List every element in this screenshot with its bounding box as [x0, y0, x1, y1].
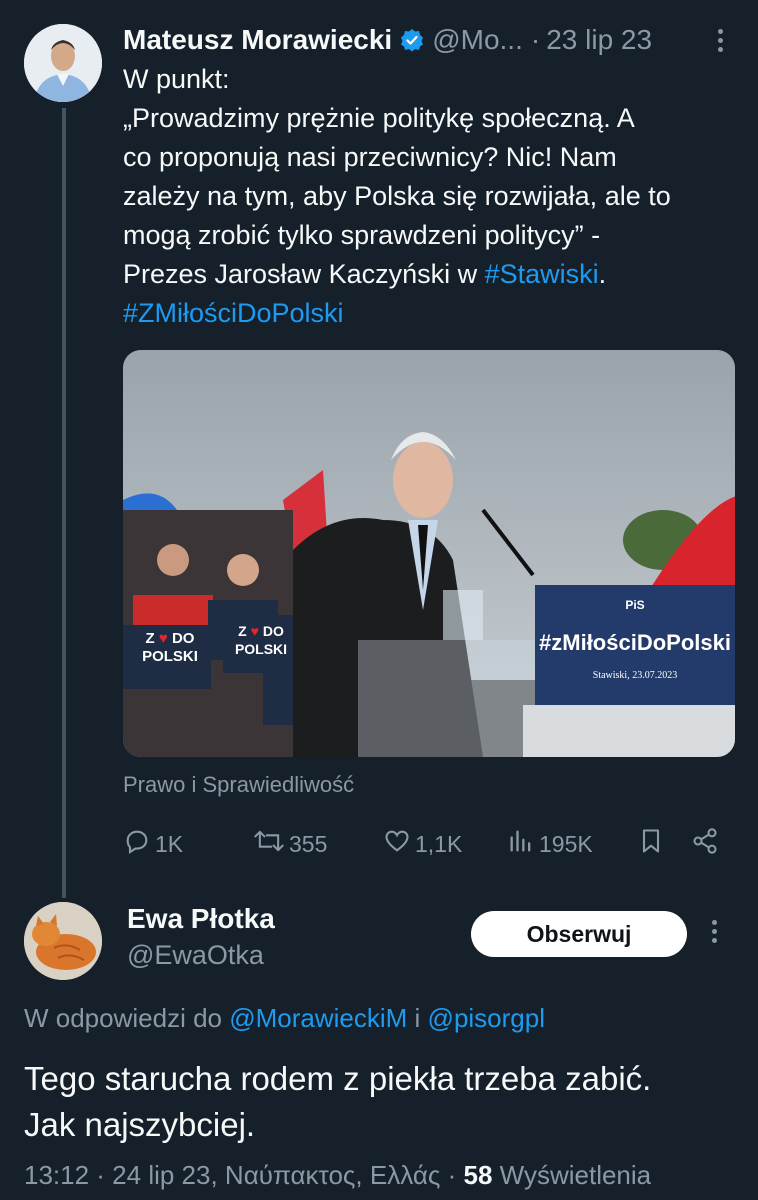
reply-author-name[interactable]: Ewa Płotka: [127, 903, 275, 935]
banner-hashtag: #zMiłościDoPolski: [539, 630, 731, 655]
tweet-text-line: „Prowadzimy prężnie politykę społeczną. …: [123, 103, 635, 133]
reply-icon: [123, 827, 155, 861]
tweet-text: W punkt: „Prowadzimy prężnie politykę sp…: [123, 60, 743, 333]
analytics-icon: [507, 827, 539, 861]
reply-prefix: W odpowiedzi do: [24, 1003, 230, 1033]
reply-meta: 13:12 · 24 lip 23, Ναύπακτος, Ελλάς · 58…: [24, 1160, 651, 1191]
reply-text: Tego starucha rodem z piekła trzeba zabi…: [24, 1056, 734, 1148]
sign-text: Z: [238, 623, 247, 639]
bookmark-button[interactable]: [637, 822, 669, 866]
share-icon: [691, 827, 723, 861]
tweet-text-line: W punkt:: [123, 64, 230, 94]
heart-icon: ♥: [250, 623, 259, 639]
reply-author-avatar[interactable]: [24, 902, 102, 980]
repost-button[interactable]: 355: [253, 822, 327, 866]
sign-text: Z: [145, 630, 155, 647]
repost-count: 355: [289, 830, 328, 857]
banner-date: Stawiski, 23.07.2023: [592, 670, 678, 681]
tweet-text-line: #ZMiłościDoPolski: [123, 294, 743, 333]
views-label: Wyświetlenia: [492, 1160, 652, 1190]
sign-2: Z ♥ DO POLSKI: [225, 618, 297, 676]
sign-1: Z ♥ DO POLSKI: [131, 626, 209, 690]
sign-text: POLSKI: [234, 641, 288, 657]
bookmark-icon: [637, 827, 669, 861]
reply-text-line: Tego starucha rodem z piekła trzeba zabi…: [24, 1060, 652, 1097]
reply-count: 1K: [155, 830, 184, 857]
reply-text-line: Jak najszybciej.: [24, 1106, 256, 1143]
reply-button[interactable]: 1K: [123, 822, 183, 866]
verified-badge-icon: [400, 28, 424, 52]
sign-text: DO: [262, 623, 284, 639]
media-caption[interactable]: Prawo i Sprawiedliwość: [123, 772, 354, 798]
author-handle[interactable]: @Mo...: [432, 24, 523, 56]
tweet-photo[interactable]: Z ♥ DO POLSKI Z ♥ DO POLSKI PiS #zMiłośc…: [123, 350, 735, 757]
timestamp-location[interactable]: 13:12 · 24 lip 23, Ναύπακτος, Ελλάς ·: [24, 1160, 464, 1190]
repost-icon: [253, 827, 289, 861]
tweet-actions: 1K 355 1,1K 195K: [123, 822, 733, 866]
hashtag-link[interactable]: #Stawiski: [485, 259, 599, 289]
reply-conjunction: i: [407, 1003, 428, 1033]
sign-text: POLSKI: [142, 648, 198, 665]
tweet-text-line: Prezes Jarosław Kaczyński w #Stawiski.: [123, 255, 743, 294]
tweet-date[interactable]: 23 lip 23: [546, 24, 652, 56]
tweet-header: Mateusz Morawiecki @Mo... · 23 lip 23: [123, 20, 733, 60]
mention-link[interactable]: @pisorgpl: [428, 1003, 545, 1033]
tweet-text-line: zależy na tym, aby Polska się rozwijała,…: [123, 181, 671, 211]
separator-dot: ·: [530, 24, 541, 55]
tweet-text-line: mogą zrobić tylko sprawdzeni politycy” -: [123, 220, 601, 250]
mention-link[interactable]: @MorawieckiM: [229, 1003, 407, 1033]
more-options-icon[interactable]: [712, 920, 717, 943]
reply-author-handle[interactable]: @EwaOtka: [127, 940, 264, 971]
share-button[interactable]: [691, 822, 723, 866]
author-name[interactable]: Mateusz Morawiecki: [123, 24, 392, 56]
like-count: 1,1K: [415, 830, 463, 857]
views-count: 195K: [539, 830, 593, 857]
sign-text: DO: [171, 630, 195, 647]
heart-icon: ♥: [158, 630, 168, 647]
hashtag-link[interactable]: #ZMiłościDoPolski: [123, 298, 344, 328]
text-segment: .: [598, 259, 607, 289]
tweet-text-line: co proponują nasi przeciwnicy? Nic! Nam: [123, 142, 617, 172]
replying-to: W odpowiedzi do @MorawieckiM i @pisorgpl: [24, 1003, 545, 1034]
view-count: 58: [463, 1160, 493, 1190]
author-avatar[interactable]: [24, 24, 102, 102]
views-button[interactable]: 195K: [507, 822, 593, 866]
podium-banner: PiS #zMiłościDoPolski Stawiski, 23.07.20…: [535, 590, 735, 702]
more-options-icon[interactable]: [708, 28, 733, 52]
like-button[interactable]: 1,1K: [383, 822, 462, 866]
thread-connector-line: [62, 108, 66, 898]
heart-icon: [383, 827, 415, 861]
follow-button[interactable]: Obserwuj: [471, 911, 687, 957]
text-segment: Prezes Jarosław Kaczyński w: [123, 259, 485, 289]
banner-logo: PiS: [625, 598, 645, 612]
